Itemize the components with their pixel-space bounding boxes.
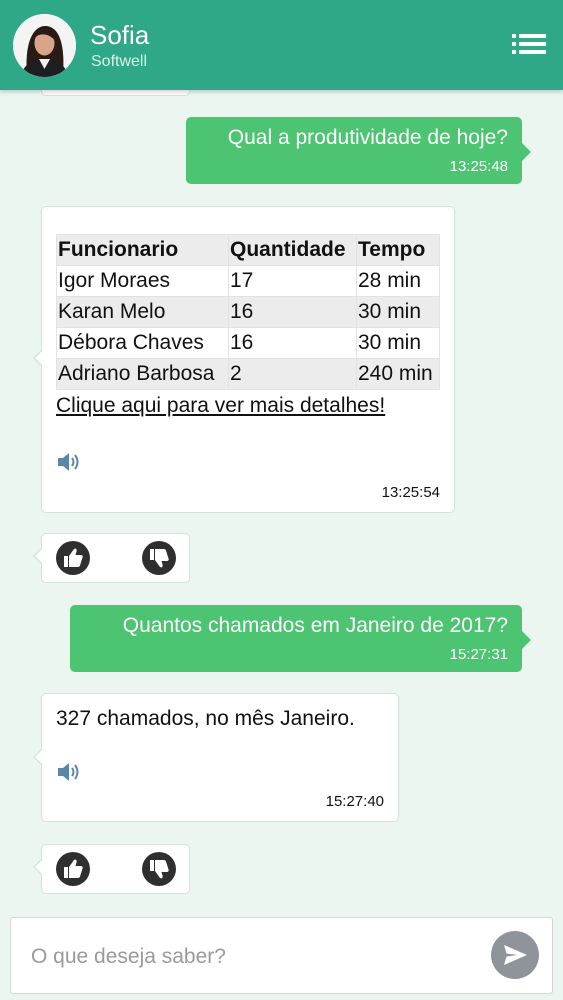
message-input[interactable] <box>31 938 471 976</box>
table-cell: Débora Chaves <box>56 327 229 359</box>
table-row: Karan Melo 16 30 min <box>56 296 440 328</box>
table-cell: 30 min <box>356 296 440 328</box>
message-time: 15:27:40 <box>325 793 384 810</box>
avatar <box>13 14 76 77</box>
message-text: Qual a produtividade de hoje? <box>227 126 508 149</box>
productivity-table: Funcionario Quantidade Tempo Igor Moraes… <box>56 234 440 390</box>
contact-name: Sofia <box>90 20 150 50</box>
column-header: Funcionario <box>56 234 229 266</box>
message-time: 13:25:54 <box>381 484 440 501</box>
table-row: Débora Chaves 16 30 min <box>56 327 440 359</box>
chat-header: Sofia Softwell <box>0 0 563 90</box>
send-icon <box>504 945 527 965</box>
message-time: 15:27:31 <box>449 646 508 663</box>
table-row: Igor Moraes 17 28 min <box>56 265 440 297</box>
table-cell: 30 min <box>356 327 440 359</box>
message-text: Quantos chamados em Janeiro de 2017? <box>122 614 508 637</box>
table-cell: 240 min <box>356 358 440 390</box>
send-button[interactable] <box>491 931 539 979</box>
user-message: Quantos chamados em Janeiro de 2017? 15:… <box>70 605 531 672</box>
message-composer <box>10 917 553 994</box>
user-message: Qual a produtividade de hoje? 13:25:48 <box>186 117 531 184</box>
thumbs-up-icon[interactable] <box>55 540 91 576</box>
feedback-box <box>33 533 190 583</box>
column-header: Tempo <box>356 234 440 266</box>
feedback-box <box>33 844 190 894</box>
table-header-row: Funcionario Quantidade Tempo <box>56 234 440 266</box>
table-cell: 16 <box>228 296 357 328</box>
details-link[interactable]: Clique aqui para ver mais detalhes! <box>56 394 385 418</box>
table-row: Adriano Barbosa 2 240 min <box>56 358 440 390</box>
table-cell: Adriano Barbosa <box>56 358 229 390</box>
bot-message: 327 chamados, no mês Janeiro. 15:27:40 <box>33 693 399 822</box>
thumbs-down-icon[interactable] <box>141 540 177 576</box>
table-cell: Karan Melo <box>56 296 229 328</box>
column-header: Quantidade <box>228 234 357 266</box>
thumbs-down-icon[interactable] <box>141 851 177 887</box>
speaker-icon[interactable] <box>56 761 82 783</box>
contact-company: Softwell <box>91 53 148 70</box>
table-cell: 2 <box>228 358 357 390</box>
thumbs-up-icon[interactable] <box>55 851 91 887</box>
speaker-icon[interactable] <box>56 451 82 473</box>
chat-app: Sofia Softwell Qual a produtividade de h… <box>0 0 563 1000</box>
table-cell: 17 <box>228 265 357 297</box>
table-cell: 16 <box>228 327 357 359</box>
table-cell: 28 min <box>356 265 440 297</box>
bot-message-table: Funcionario Quantidade Tempo Igor Moraes… <box>33 206 455 513</box>
menu-icon[interactable] <box>512 31 546 57</box>
message-time: 13:25:48 <box>449 158 508 175</box>
message-text: 327 chamados, no mês Janeiro. <box>56 707 355 730</box>
table-cell: Igor Moraes <box>56 265 229 297</box>
